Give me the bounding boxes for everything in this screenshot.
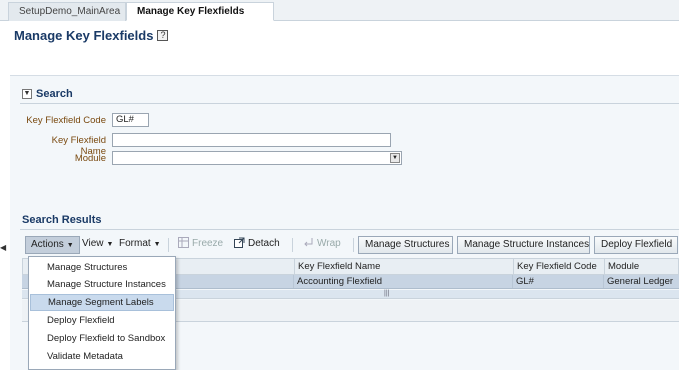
cell-module: General Ledger [603, 275, 677, 288]
toolbar-separator [353, 238, 354, 252]
search-section-header[interactable]: ▼ Search [22, 88, 73, 100]
collapse-left-icon[interactable]: ◀ [0, 237, 7, 259]
module-select[interactable]: ▼ [112, 151, 402, 165]
actions-dropdown-menu: Manage Structures Manage Structure Insta… [28, 256, 176, 370]
actions-menu-button[interactable]: Actions ▼ [25, 236, 80, 254]
manage-structures-button[interactable]: Manage Structures [358, 236, 453, 254]
chevron-down-icon: ▼ [66, 242, 74, 249]
page-title: Manage Key Flexfields [14, 27, 154, 43]
tab-bar: SetupDemo_MainArea Manage Key Flexfields [0, 0, 679, 21]
view-label: View [82, 238, 104, 249]
menu-item-deploy-flexfield[interactable]: Deploy Flexfield [30, 312, 174, 329]
key-flexfield-code-label: Key Flexfield Code [26, 115, 106, 126]
menu-item-validate-metadata[interactable]: Validate Metadata [30, 348, 174, 365]
search-section-title: Search [36, 88, 73, 100]
column-header-code[interactable]: Key Flexfield Code [513, 259, 605, 274]
freeze-icon [178, 237, 189, 248]
detach-label: Detach [248, 238, 280, 249]
help-icon[interactable]: ? [157, 29, 169, 41]
freeze-button[interactable]: Freeze [173, 236, 228, 254]
menu-item-manage-segment-labels[interactable]: Manage Segment Labels [30, 294, 174, 311]
column-header-name[interactable]: Key Flexfield Name [294, 259, 514, 274]
key-flexfield-code-input[interactable]: GL# [112, 113, 149, 127]
toolbar-separator [168, 238, 169, 252]
divider [20, 229, 679, 230]
column-header-module[interactable]: Module [604, 259, 678, 274]
cell-name: Accounting Flexfield [293, 275, 513, 288]
results-toolbar: Actions ▼ View ▼ Format ▼ Freeze Detach Wra… [20, 234, 679, 256]
page-header: Manage Key Flexfields ? [14, 27, 169, 43]
format-menu-button[interactable]: Format ▼ [114, 236, 166, 254]
detach-icon [234, 237, 245, 248]
wrap-button[interactable]: Wrap [298, 236, 346, 254]
actions-label: Actions [31, 239, 64, 250]
module-label: Module [74, 153, 106, 164]
divider [20, 103, 679, 104]
collapse-icon[interactable]: ▼ [22, 89, 32, 99]
view-menu-button[interactable]: View ▼ [77, 236, 118, 254]
menu-item-deploy-flexfield-to-sandbox[interactable]: Deploy Flexfield to Sandbox [30, 330, 174, 347]
cell-code: GL# [512, 275, 604, 288]
menu-item-manage-structure-instances[interactable]: Manage Structure Instances [30, 276, 174, 293]
chevron-down-icon: ▼ [153, 241, 161, 248]
wrap-icon [304, 238, 313, 247]
wrap-label: Wrap [317, 238, 341, 249]
detach-button[interactable]: Detach [229, 236, 285, 254]
toolbar-separator [292, 238, 293, 252]
chevron-down-icon: ▼ [106, 241, 114, 248]
deploy-flexfield-button[interactable]: Deploy Flexfield [594, 236, 678, 254]
scroll-grip-icon: ||| [384, 290, 390, 297]
manage-structure-instances-button[interactable]: Manage Structure Instances [457, 236, 590, 254]
tab-manage-key-flexfields[interactable]: Manage Key Flexfields [126, 2, 274, 21]
menu-item-manage-structures[interactable]: Manage Structures [30, 259, 174, 276]
key-flexfield-name-input[interactable] [112, 133, 391, 147]
format-label: Format [119, 238, 151, 249]
freeze-label: Freeze [192, 238, 224, 249]
chevron-down-icon[interactable]: ▼ [390, 153, 400, 163]
tab-setupdemo-mainarea[interactable]: SetupDemo_MainArea [8, 2, 126, 21]
search-results-title: Search Results [22, 214, 102, 226]
